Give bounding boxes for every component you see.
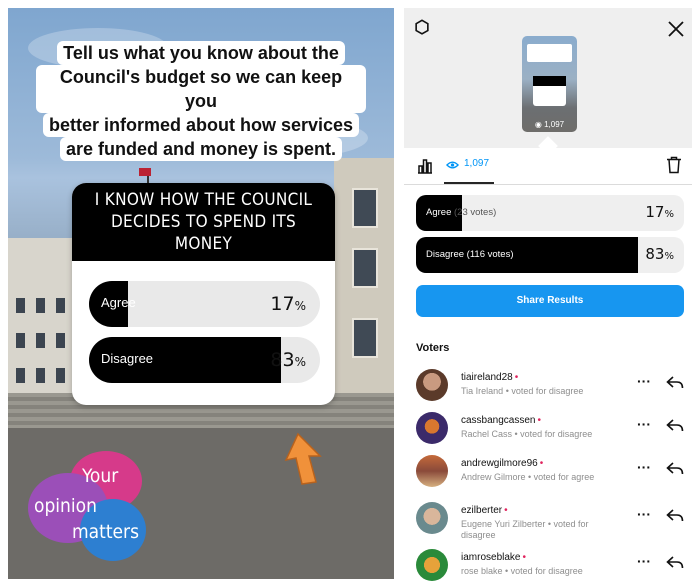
poll-option-percent: 17% bbox=[270, 293, 306, 315]
poll-option-agree[interactable]: Agree 17% bbox=[89, 281, 320, 327]
result-bar-disagree: Disagree (116 votes) 83% bbox=[416, 237, 684, 273]
poll-results-panel: ◉ 1,097 1,097 Agree (23 votes) 17% Disag… bbox=[404, 8, 692, 581]
story-header: ◉ 1,097 bbox=[404, 8, 692, 156]
story-preview: Tell us what you know about the Council'… bbox=[8, 8, 394, 579]
tab-viewers[interactable]: 1,097 bbox=[444, 148, 494, 184]
question-line: Council's budget so we can keep you bbox=[36, 65, 366, 113]
story-question: Tell us what you know about the Council'… bbox=[36, 41, 366, 161]
voters-heading: Voters bbox=[416, 342, 450, 354]
voter-username: cassbangcassen • bbox=[461, 415, 542, 426]
results-tabs: 1,097 bbox=[404, 148, 692, 185]
avatar[interactable] bbox=[416, 549, 448, 581]
avatar[interactable] bbox=[416, 455, 448, 487]
result-bar-agree: Agree (23 votes) 17% bbox=[416, 195, 684, 231]
more-icon[interactable]: ··· bbox=[637, 373, 651, 389]
result-percent: 17% bbox=[645, 203, 674, 221]
reply-icon[interactable] bbox=[666, 508, 684, 524]
bar-chart-icon[interactable] bbox=[416, 157, 434, 175]
thumbnail-views: ◉ 1,097 bbox=[534, 120, 565, 129]
voter-username: andrewgilmore96 • bbox=[461, 458, 544, 469]
poll-option-percent: 83% bbox=[270, 349, 306, 371]
your-opinion-matters-logo: Your opinion matters bbox=[28, 451, 148, 561]
result-label: Disagree (116 votes) bbox=[426, 249, 514, 260]
flag bbox=[139, 168, 151, 176]
poll-option-label: Disagree bbox=[101, 351, 154, 366]
voter-row[interactable]: iamroseblake • rose blake • voted for dis… bbox=[404, 547, 692, 587]
voter-subtitle: Rachel Cass • voted for disagree bbox=[461, 429, 593, 439]
share-results-button[interactable]: Share Results bbox=[416, 285, 684, 317]
voter-subtitle: Tia Ireland • voted for disagree bbox=[461, 386, 584, 396]
result-percent: 83% bbox=[645, 245, 674, 263]
voter-row[interactable]: andrewgilmore96 • Andrew Gilmore • voted … bbox=[404, 453, 692, 493]
poll-option-disagree[interactable]: Disagree 83% bbox=[89, 337, 320, 383]
voter-subtitle: Eugene Yuri Zilberter • voted for disagr… bbox=[461, 519, 589, 540]
arrow-up-icon bbox=[284, 432, 322, 485]
more-icon[interactable]: ··· bbox=[637, 553, 651, 569]
voter-row[interactable]: tiaireland28 • Tia Ireland • voted for di… bbox=[404, 367, 692, 407]
logo-word: opinion bbox=[34, 495, 97, 517]
eye-icon bbox=[446, 161, 459, 169]
building-right bbox=[334, 158, 394, 408]
viewers-count: 1,097 bbox=[464, 158, 490, 169]
voter-subtitle: rose blake • voted for disagree bbox=[461, 566, 583, 576]
more-icon[interactable]: ··· bbox=[637, 506, 651, 522]
question-line: better informed about how services bbox=[42, 113, 360, 137]
trash-icon[interactable] bbox=[666, 156, 682, 174]
voter-row[interactable]: cassbangcassen • Rachel Cass • voted for … bbox=[404, 410, 692, 450]
poll-option-label: Agree bbox=[101, 295, 136, 310]
logo-word: Your bbox=[82, 465, 119, 487]
reply-icon[interactable] bbox=[666, 418, 684, 434]
result-label: Agree (23 votes) bbox=[426, 207, 497, 218]
reply-icon[interactable] bbox=[666, 375, 684, 391]
voter-username: tiaireland28 • bbox=[461, 372, 519, 383]
more-icon[interactable]: ··· bbox=[637, 416, 651, 432]
settings-icon[interactable] bbox=[413, 19, 431, 37]
poll-title: I KNOW HOW THE COUNCIL DECIDES TO SPEND … bbox=[72, 183, 335, 261]
logo-word: matters bbox=[72, 521, 139, 543]
question-line: are funded and money is spent. bbox=[59, 137, 343, 161]
poll-sticker: I KNOW HOW THE COUNCIL DECIDES TO SPEND … bbox=[72, 183, 335, 405]
voter-username: iamroseblake • bbox=[461, 552, 526, 563]
story-thumbnail[interactable]: ◉ 1,097 bbox=[522, 36, 577, 132]
voter-row[interactable]: ezilberter • Eugene Yuri Zilberter • vote… bbox=[404, 500, 692, 540]
reply-icon[interactable] bbox=[666, 461, 684, 477]
close-icon[interactable] bbox=[666, 19, 686, 39]
more-icon[interactable]: ··· bbox=[637, 459, 651, 475]
avatar[interactable] bbox=[416, 412, 448, 444]
avatar[interactable] bbox=[416, 369, 448, 401]
voter-username: ezilberter • bbox=[461, 505, 508, 516]
avatar[interactable] bbox=[416, 502, 448, 534]
voter-subtitle: Andrew Gilmore • voted for agree bbox=[461, 472, 595, 482]
question-line: Tell us what you know about the bbox=[57, 41, 345, 65]
reply-icon[interactable] bbox=[666, 555, 684, 571]
